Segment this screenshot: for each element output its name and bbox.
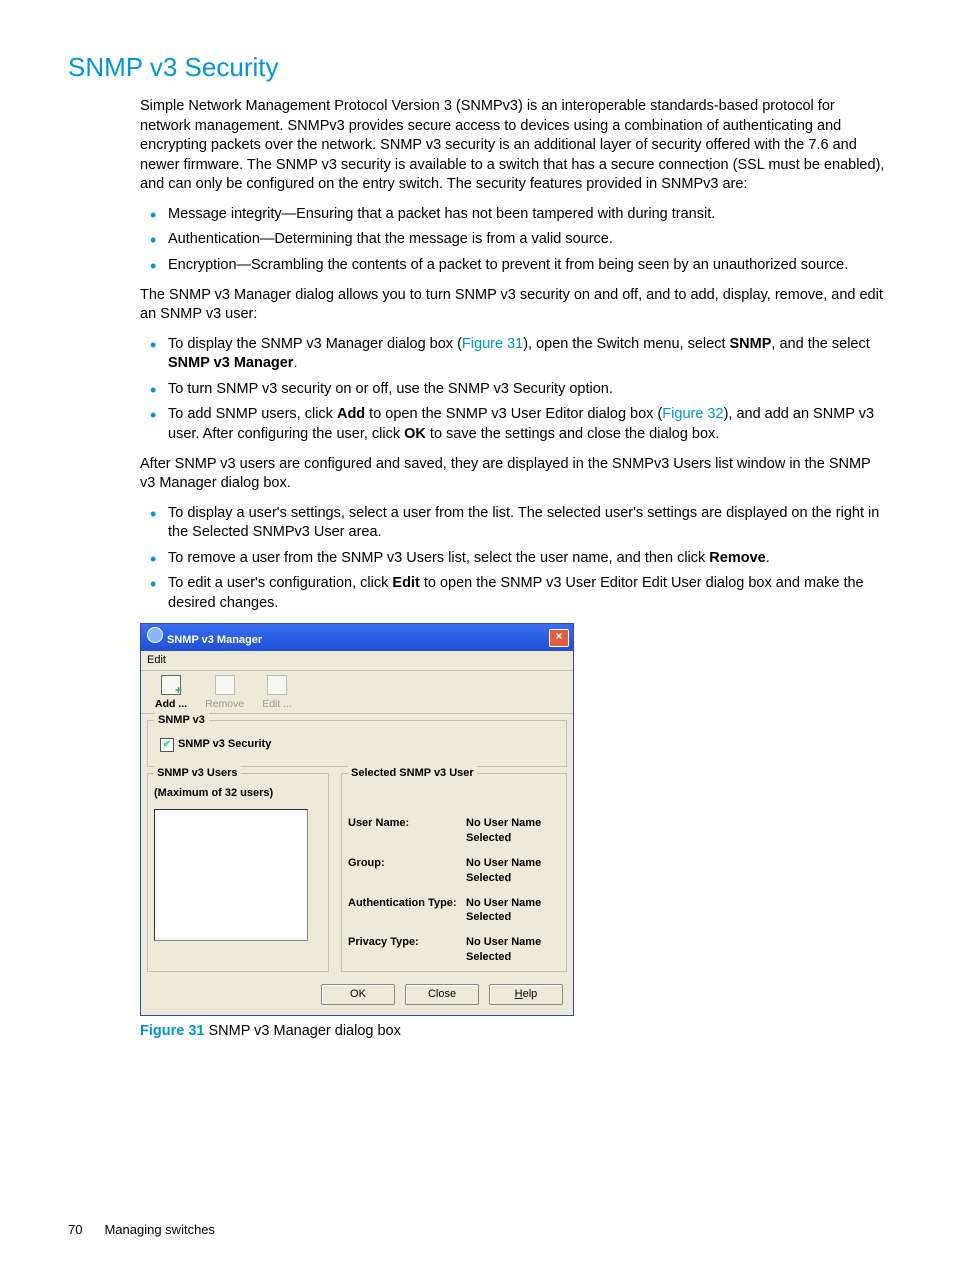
page-number: 70 [68, 1221, 82, 1239]
close-icon[interactable]: × [549, 629, 569, 647]
list-item: To edit a user's configuration, click Ed… [140, 574, 886, 613]
group-label: Group: [348, 856, 466, 886]
selected-legend: Selected SNMP v3 User [348, 766, 477, 781]
toolbar-remove: Remove [205, 675, 244, 711]
checkbox-icon: ✔ [160, 738, 174, 752]
ok-button[interactable]: OK [321, 984, 395, 1005]
figure-link-32[interactable]: Figure 32 [662, 406, 723, 422]
list-item: Encryption—Scrambling the contents of a … [140, 256, 886, 276]
remove-icon [215, 675, 235, 695]
list-item: Authentication—Determining that the mess… [140, 230, 886, 250]
toolbar-add[interactable]: Add ... [155, 675, 187, 711]
figure-link-31[interactable]: Figure 31 [462, 336, 523, 352]
footer-section: Managing switches [104, 1221, 215, 1239]
feature-list: Message integrity—Ensuring that a packet… [140, 205, 886, 276]
edit-icon [267, 675, 287, 695]
toolbar-edit: Edit ... [262, 675, 292, 711]
dialog-title-text: SNMP v3 Manager [167, 634, 262, 646]
users-listbox[interactable] [154, 809, 308, 941]
list-item: To display a user's settings, select a u… [140, 504, 886, 543]
auth-value: No User Name Selected [466, 896, 560, 926]
list-item: To add SNMP users, click Add to open the… [140, 405, 886, 444]
section-heading: SNMP v3 Security [68, 50, 886, 85]
list-item: To turn SNMP v3 security on or off, use … [140, 380, 886, 400]
after-paragraph: After SNMP v3 users are configured and s… [140, 455, 886, 494]
toolbar: Add ... Remove Edit ... [141, 671, 573, 714]
add-icon [161, 675, 181, 695]
intro-paragraph: Simple Network Management Protocol Versi… [140, 97, 886, 195]
list-item: Message integrity—Ensuring that a packet… [140, 205, 886, 225]
username-label: User Name: [348, 816, 466, 846]
username-value: No User Name Selected [466, 816, 560, 846]
users-group: SNMP v3 Users (Maximum of 32 users) [147, 773, 329, 972]
menu-edit[interactable]: Edit [147, 654, 166, 666]
group-legend: SNMP v3 [154, 713, 209, 728]
list-item: To display the SNMP v3 Manager dialog bo… [140, 335, 886, 374]
manager-paragraph: The SNMP v3 Manager dialog allows you to… [140, 286, 886, 325]
figure-caption: Figure 31 SNMP v3 Manager dialog box [140, 1022, 886, 1042]
snmp-v3-manager-dialog: SNMP v3 Manager × Edit Add ... Remove Ed… [140, 623, 574, 1015]
users-note: (Maximum of 32 users) [154, 786, 322, 801]
help-button[interactable]: Help [489, 984, 563, 1005]
howto-list: To display the SNMP v3 Manager dialog bo… [140, 335, 886, 445]
privacy-label: Privacy Type: [348, 935, 466, 965]
users-legend: SNMP v3 Users [154, 766, 241, 781]
page-footer: 70 Managing switches [68, 1221, 886, 1239]
dialog-titlebar[interactable]: SNMP v3 Manager × [141, 624, 573, 651]
privacy-value: No User Name Selected [466, 935, 560, 965]
dialog-button-row: OK Close Help [141, 978, 573, 1015]
app-icon [147, 627, 163, 643]
userops-list: To display a user's settings, select a u… [140, 504, 886, 614]
group-value: No User Name Selected [466, 856, 560, 886]
auth-label: Authentication Type: [348, 896, 466, 926]
snmpv3-group: SNMP v3 ✔ SNMP v3 Security [147, 720, 567, 767]
snmpv3-security-checkbox[interactable]: ✔ SNMP v3 Security [160, 737, 271, 752]
selected-user-group: Selected SNMP v3 User User Name: No User… [341, 773, 567, 972]
close-button[interactable]: Close [405, 984, 479, 1005]
list-item: To remove a user from the SNMP v3 Users … [140, 549, 886, 569]
menu-bar[interactable]: Edit [141, 651, 573, 671]
